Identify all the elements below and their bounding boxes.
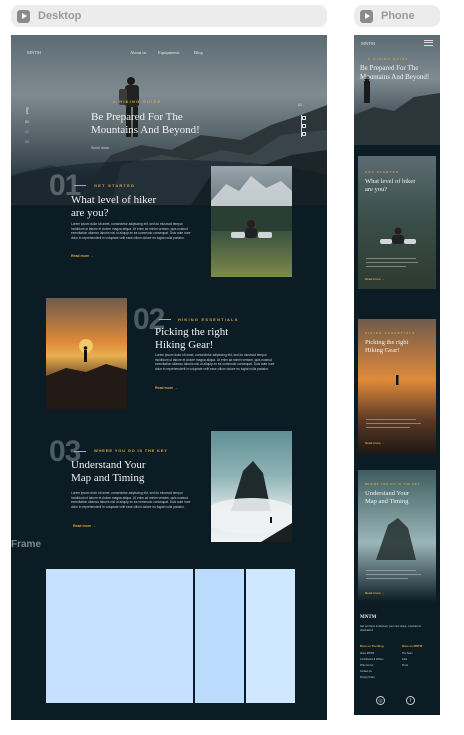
phone-card-3-read-more[interactable]: Read more → [365,591,384,595]
section-03-image [211,431,292,542]
hero-scroll-cta[interactable]: Scroll down [91,146,109,150]
slide-number: 01 [298,103,302,107]
section-03-read-more[interactable]: Read more → [73,524,96,528]
tag-line [159,319,171,320]
footer-link[interactable]: The Team [402,652,413,655]
hero-title-line1: Be Prepared For The [91,111,183,123]
section-02-image [46,298,127,409]
side-nav-03[interactable]: 03 [25,140,29,144]
phone-footer-col1-list: About MNTM Contributors & Writers Write … [360,652,383,679]
instagram-icon[interactable]: ◎ [376,696,385,705]
desktop-frame-label: Desktop [38,10,82,22]
section-01-read-more[interactable]: Read more → [71,254,94,258]
social-icon[interactable] [302,124,306,128]
hero-side-nav: Start 01 02 03 [25,107,29,144]
section-02-body: Lorem ipsum dolor sit amet, consectetur … [155,353,275,371]
phone-footer-col2-list: The Team Jobs Press [402,652,413,667]
nav-link-equipments[interactable]: Equipments [158,50,180,55]
phone-footer-col1-title: More on The Blog [360,644,384,648]
phone-hero: MNTM A HIKING GUIDE Be Prepared For The … [354,35,440,145]
placeholder-block-1[interactable] [46,569,193,703]
section-02-tag: HIKING ESSENTIALS [178,317,239,322]
placeholder-block-2[interactable] [195,569,244,703]
phone-footer-text: Get out there & discover your next slope… [360,625,421,632]
social-icon[interactable] [302,132,306,136]
phone-hero-kicker: A HIKING GUIDE [368,57,409,61]
phone-frame-label: Phone [381,10,415,22]
phone-hero-title-line1: Be Prepared For The [360,64,419,72]
frame-label[interactable]: Frame [11,539,41,550]
phone-logo[interactable]: MNTM [361,41,375,46]
section-01-body: Lorem ipsum dolor sit amet, consectetur … [71,222,191,240]
phone-card-1: GET STARTED What level of hiker are you?… [358,156,436,289]
nav-link-about[interactable]: About us [130,50,146,55]
section-01-title-line2: are you? [71,207,109,219]
section-02-title-line1: Picking the right [155,326,229,338]
section-03-body: Lorem ipsum dolor sit amet, consectetur … [71,491,191,509]
section-01-tag: GET STARTED [94,183,136,188]
footer-link[interactable]: Press [402,664,413,667]
phone-card-2: HIKING ESSENTIALS Picking the right Hiki… [358,319,436,454]
hamburger-icon[interactable] [424,40,433,46]
section-02-title-line2: Hiking Gear! [155,339,214,351]
side-nav-start[interactable]: Start [25,107,29,114]
facebook-icon[interactable]: f [406,696,415,705]
side-nav-02[interactable]: 02 [25,130,29,134]
phone-frame: MNTM A HIKING GUIDE Be Prepared For The … [354,35,440,715]
desktop-frame-title[interactable]: Desktop [11,5,327,27]
hero-title-line2: Mountains And Beyond! [91,124,200,136]
section-03-title-line2: Map and Timing [71,472,145,484]
footer-link[interactable]: About MNTM [360,652,383,655]
tag-line [74,185,86,186]
tag-line [74,451,86,452]
footer-link[interactable]: Jobs [402,658,413,661]
placeholder-block-3[interactable] [246,569,295,703]
section-01-title-line1: What level of hiker [71,194,157,206]
phone-card-1-read-more[interactable]: Read more → [365,277,384,281]
phone-frame-title[interactable]: Phone [354,5,440,27]
section-03-title-line1: Understand Your [71,459,146,471]
section-03-tag: WHERE YOU GO IS THE KEY [94,448,168,453]
phone-footer-col2-title: More on MNTM [402,644,423,648]
phone-card-2-read-more[interactable]: Read more → [365,441,384,445]
footer-link[interactable]: Privacy Policy [360,676,383,679]
social-icon[interactable] [302,116,306,120]
desktop-logo[interactable]: MNTM [27,50,41,55]
section-02-read-more[interactable]: Read more → [155,386,178,390]
side-nav-01[interactable]: 01 [25,120,29,124]
play-icon[interactable] [360,9,373,23]
section-01-image [211,166,292,277]
figma-canvas: Desktop Phone MNTM About us Equipments B… [0,0,464,735]
phone-footer-logo[interactable]: MNTM [360,615,376,620]
footer-link[interactable]: Write For Us [360,664,383,667]
hero-social-links [302,116,306,136]
hero-kicker: A HIKING GUIDE [113,99,162,104]
phone-card-3: WHERE YOU GO IS THE KEY Understand Your … [358,470,436,602]
nav-link-blog[interactable]: Blog [194,50,203,55]
footer-link[interactable]: Contributors & Writers [360,658,383,661]
footer-link[interactable]: Contact Us [360,670,383,673]
play-icon[interactable] [17,9,30,23]
phone-hero-title-line2: Mountains And Beyond! [360,73,430,81]
